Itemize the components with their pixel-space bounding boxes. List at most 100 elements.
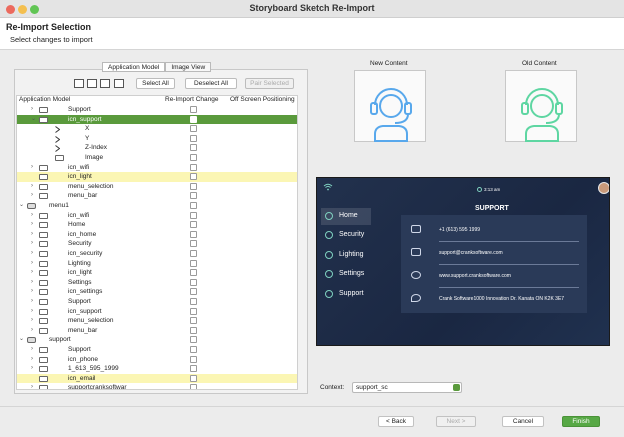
back-button[interactable]: < Back [378, 416, 414, 427]
tree-row[interactable]: ⌄ support [17, 335, 297, 345]
tree-row[interactable]: › icn_phone [17, 355, 297, 365]
reimport-checkbox[interactable] [190, 163, 197, 171]
reimport-checkbox[interactable] [190, 173, 197, 181]
tree-row[interactable]: ⌄ menu1 [17, 201, 297, 211]
device-menu-security[interactable]: Security [321, 227, 371, 244]
expand-down-icon[interactable]: ⌄ [19, 335, 25, 345]
tree-row[interactable]: › 1_613_595_1999 [17, 364, 297, 374]
tree-row[interactable]: › Support [17, 345, 297, 355]
finish-button[interactable]: Finish [562, 416, 600, 427]
tree-row[interactable]: ⌄ icn_support [17, 114, 297, 125]
reimport-checkbox[interactable] [190, 115, 197, 123]
tab-image-view[interactable]: Image View [165, 62, 212, 72]
tree-row[interactable]: › icn_wifi [17, 163, 297, 173]
tree-row[interactable]: › menu_bar [17, 326, 297, 336]
tab-application-model[interactable]: Application Model [102, 62, 166, 72]
device-menu-support[interactable]: Support [321, 286, 371, 303]
expand-right-icon[interactable]: › [31, 278, 37, 288]
expand-right-icon[interactable]: › [31, 211, 37, 221]
tree-row[interactable]: › icn_security [17, 249, 297, 259]
reimport-checkbox[interactable] [190, 269, 197, 277]
deselect-all-button[interactable]: Deselect All [185, 78, 237, 89]
reimport-checkbox[interactable] [190, 346, 197, 353]
tree-row[interactable]: › Security [17, 239, 297, 249]
select-all-button[interactable]: Select All [136, 78, 175, 89]
compare-icon[interactable] [100, 79, 110, 88]
expand-down-icon[interactable]: ⌄ [19, 201, 25, 211]
reimport-checkbox[interactable] [190, 278, 197, 286]
tree-row[interactable]: Y [17, 134, 297, 144]
column-offscreen-positioning[interactable]: Off Screen Positioning [230, 96, 295, 103]
expand-right-icon[interactable]: › [31, 191, 37, 201]
tree-row[interactable]: › icn_settings [17, 287, 297, 297]
reimport-checkbox[interactable] [190, 365, 197, 373]
expand-right-icon[interactable]: › [31, 355, 37, 365]
reimport-checkbox[interactable] [190, 134, 197, 142]
next-button[interactable]: Next > [436, 416, 476, 427]
reimport-checkbox[interactable] [190, 326, 197, 334]
expand-right-icon[interactable]: › [31, 326, 37, 336]
reimport-checkbox[interactable] [190, 106, 197, 113]
expand-right-icon[interactable]: › [31, 364, 37, 374]
device-menu-settings[interactable]: Settings [321, 266, 371, 283]
reimport-checkbox[interactable] [190, 317, 197, 325]
reimport-checkbox[interactable] [190, 144, 197, 152]
tree-row[interactable]: Image [17, 153, 297, 163]
column-reimport-change[interactable]: Re-Import Change [165, 96, 218, 103]
column-application-model[interactable]: Application Model [19, 96, 70, 103]
reimport-checkbox[interactable] [190, 298, 197, 305]
image-view-icon[interactable] [87, 79, 97, 88]
expand-right-icon[interactable]: › [31, 230, 37, 240]
tree-row[interactable]: › Support [17, 105, 297, 115]
tree-row[interactable]: › icn_home [17, 230, 297, 240]
application-model-tree[interactable]: Application Model Re-Import Change Off S… [16, 95, 298, 390]
expand-right-icon[interactable]: › [31, 383, 37, 389]
tree-row[interactable]: icn_light [17, 172, 297, 182]
reimport-checkbox[interactable] [190, 154, 197, 161]
reimport-checkbox[interactable] [190, 384, 197, 389]
reimport-checkbox[interactable] [190, 250, 197, 257]
tree-row[interactable]: › Home [17, 220, 297, 230]
pair-selected-button[interactable]: Pair Selected [245, 78, 294, 89]
reimport-checkbox[interactable] [190, 259, 197, 267]
tree-row[interactable]: icn_email [17, 373, 297, 384]
reimport-checkbox[interactable] [190, 230, 197, 238]
tree-row[interactable]: › Support [17, 297, 297, 307]
device-menu-home[interactable]: Home [321, 208, 371, 225]
reimport-checkbox[interactable] [190, 374, 197, 382]
expand-down-icon[interactable]: ⌄ [31, 115, 37, 125]
reimport-checkbox[interactable] [190, 211, 197, 219]
reimport-checkbox[interactable] [190, 336, 197, 344]
tree-row[interactable]: › icn_support [17, 307, 297, 317]
reimport-checkbox[interactable] [190, 202, 197, 209]
reimport-checkbox[interactable] [190, 355, 197, 363]
reimport-checkbox[interactable] [190, 288, 197, 296]
context-select[interactable]: support_sc [352, 382, 462, 393]
tree-row[interactable]: › icn_wifi [17, 211, 297, 221]
tree-row[interactable]: › menu_selection [17, 316, 297, 326]
tree-row[interactable]: › Lighting [17, 259, 297, 269]
expand-right-icon[interactable]: › [31, 287, 37, 297]
tree-row[interactable]: Z-Index [17, 143, 297, 153]
tree-view-icon[interactable] [74, 79, 84, 88]
expand-right-icon[interactable]: › [31, 163, 37, 173]
reimport-checkbox[interactable] [190, 182, 197, 190]
expand-right-icon[interactable]: › [31, 307, 37, 317]
reimport-checkbox[interactable] [190, 192, 197, 200]
expand-right-icon[interactable]: › [31, 316, 37, 326]
expand-right-icon[interactable]: › [31, 259, 37, 269]
expand-right-icon[interactable]: › [31, 239, 37, 249]
expand-right-icon[interactable]: › [31, 249, 37, 259]
tree-row[interactable]: › icn_light [17, 268, 297, 278]
reimport-checkbox[interactable] [190, 307, 197, 315]
expand-right-icon[interactable]: › [31, 220, 37, 230]
pair-icon[interactable] [114, 79, 124, 88]
tree-row[interactable]: X [17, 124, 297, 134]
expand-right-icon[interactable]: › [31, 268, 37, 278]
expand-right-icon[interactable]: › [31, 182, 37, 192]
tree-row[interactable]: › menu_selection [17, 182, 297, 192]
expand-right-icon[interactable]: › [31, 105, 37, 115]
reimport-checkbox[interactable] [190, 240, 197, 248]
device-menu-lighting[interactable]: Lighting [321, 247, 371, 264]
tree-row[interactable]: › Settings [17, 278, 297, 288]
